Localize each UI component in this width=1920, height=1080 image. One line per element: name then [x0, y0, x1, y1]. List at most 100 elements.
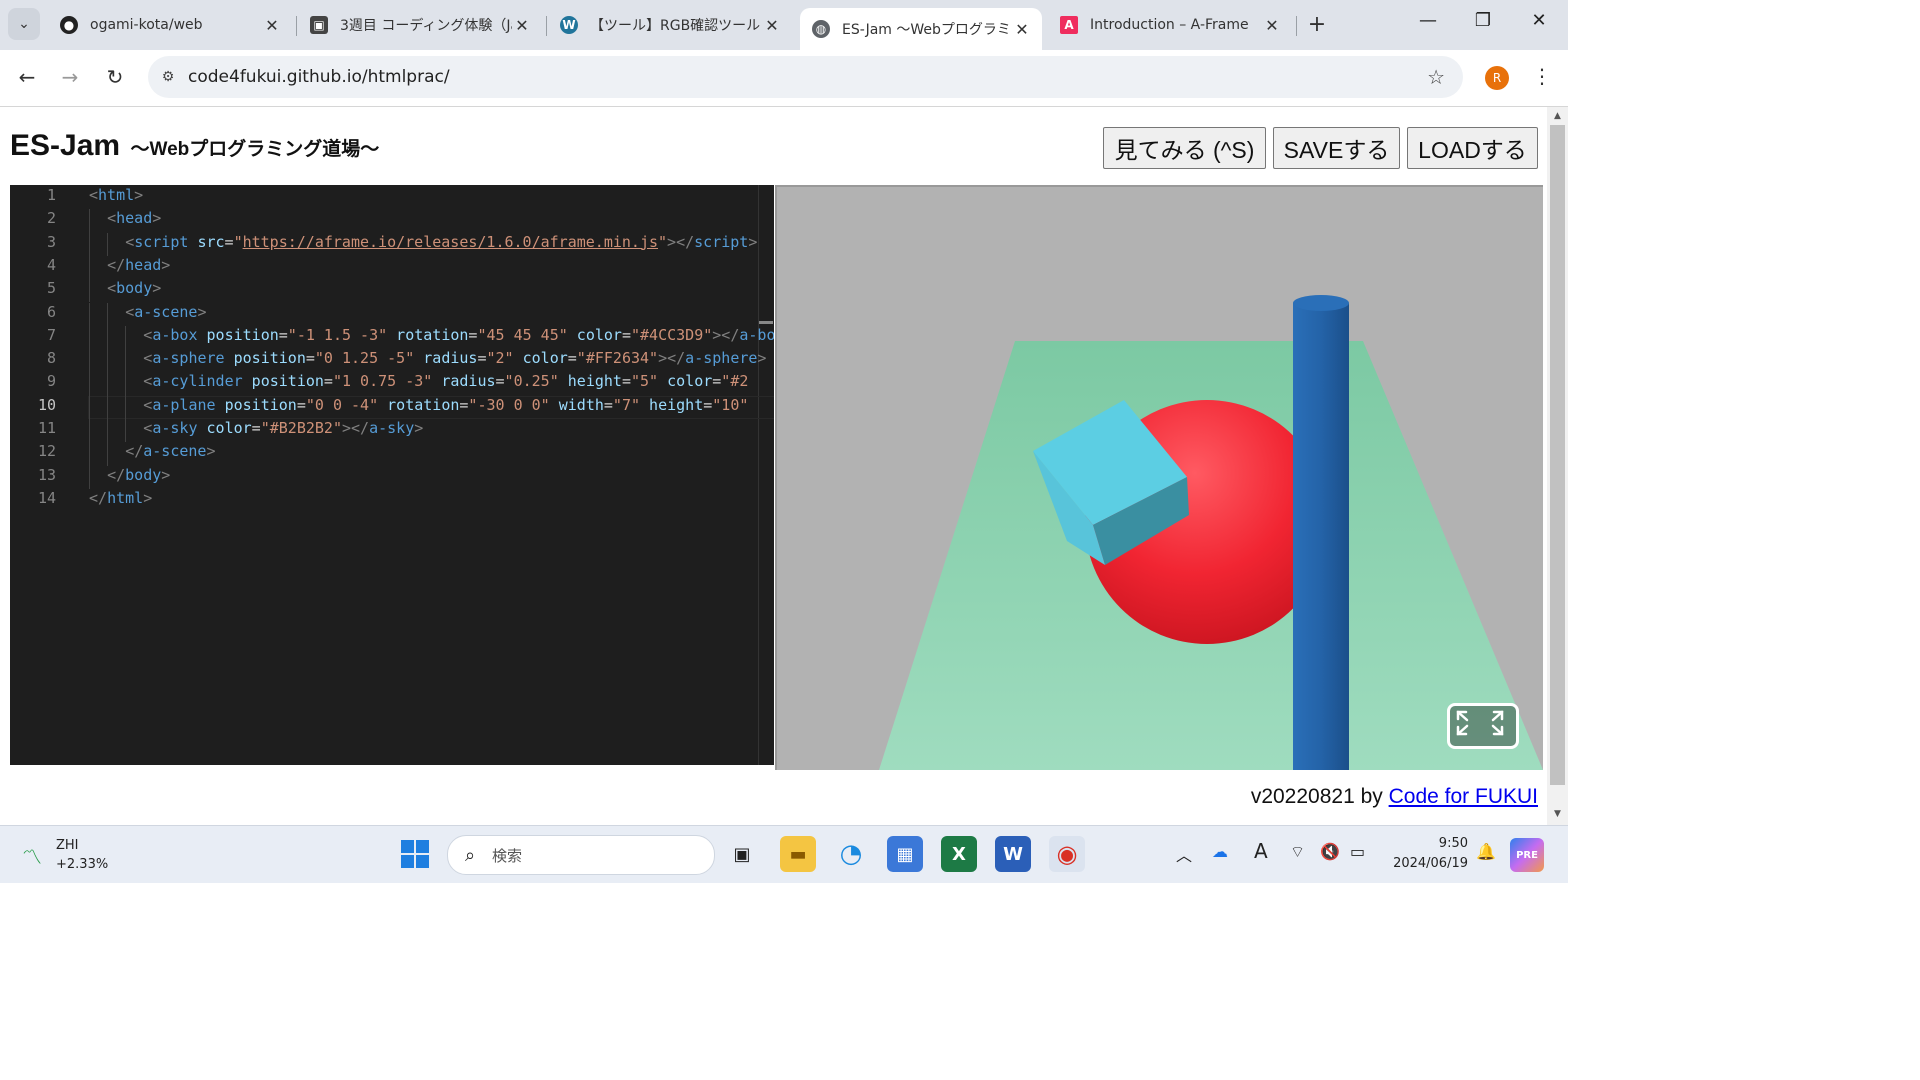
- address-bar[interactable]: ⚙ code4fukui.github.io/htmlprac/ ☆: [148, 56, 1463, 98]
- tab-title: Introduction – A-Frame: [1090, 17, 1249, 33]
- back-button[interactable]: ←: [13, 63, 41, 91]
- code-token: >: [143, 488, 153, 507]
- code-token: html: [98, 186, 135, 204]
- copilot-icon[interactable]: PRE: [1510, 838, 1544, 872]
- wordpress-icon: W: [560, 16, 578, 34]
- code-line[interactable]: 5 <body>: [10, 279, 774, 302]
- url-text[interactable]: code4fukui.github.io/htmlprac/: [188, 67, 450, 87]
- stock-widget[interactable]: 〽 ZHI +2.33%: [22, 836, 108, 874]
- code-token: =: [278, 325, 288, 344]
- code-text: <html>: [89, 186, 143, 204]
- forward-button[interactable]: →: [56, 63, 84, 91]
- indent-guide: [89, 372, 90, 396]
- load-button[interactable]: LOADする: [1407, 127, 1538, 169]
- close-icon[interactable]: ✕: [1262, 16, 1282, 35]
- battery-icon[interactable]: ▭: [1350, 842, 1365, 861]
- restore-button[interactable]: ❐: [1468, 10, 1498, 31]
- tab-4[interactable]: A Introduction – A-Frame ✕: [1048, 8, 1292, 42]
- code-token: "#B2B2B2": [260, 419, 342, 437]
- chrome-icon[interactable]: ◉: [1049, 836, 1085, 872]
- view-button[interactable]: 見てみる (^S): [1103, 127, 1266, 169]
- close-icon[interactable]: ✕: [262, 16, 282, 35]
- excel-icon[interactable]: X: [941, 836, 977, 872]
- close-window-button[interactable]: ✕: [1524, 10, 1554, 31]
- code-for-fukui-link[interactable]: Code for FUKUI: [1389, 785, 1538, 808]
- browser-toolbar: ← → ↻ ⚙ code4fukui.github.io/htmlprac/ ☆…: [0, 50, 1568, 107]
- scroll-up-icon[interactable]: ▲: [1547, 111, 1568, 121]
- tab-search-button[interactable]: ⌄: [8, 8, 40, 40]
- new-tab-button[interactable]: +: [1304, 12, 1330, 37]
- save-button[interactable]: SAVEする: [1273, 127, 1400, 169]
- windows-taskbar: 〽 ZHI +2.33% ⌕ 検索 ▣ ▬ ◔ ▦ X W ◉ ︿ ☁ A ⌔ …: [0, 825, 1568, 883]
- code-line[interactable]: 14 </html>: [10, 489, 774, 512]
- minimize-button[interactable]: —: [1413, 10, 1443, 31]
- clock-date: 2024/06/19: [1393, 856, 1468, 871]
- speaker-muted-icon[interactable]: 🔇: [1320, 842, 1340, 861]
- code-token: >: [414, 419, 424, 437]
- store-icon[interactable]: ▦: [887, 836, 923, 872]
- code-token: =: [621, 372, 631, 391]
- page-scrollbar[interactable]: ▲ ▼: [1547, 107, 1568, 825]
- code-token: a-box: [739, 325, 774, 344]
- code-token: </: [89, 488, 108, 507]
- clock-time: 9:50: [1438, 836, 1468, 851]
- tab-1[interactable]: ▣ 3週目 コーディング体験（Ja ✕: [298, 8, 542, 42]
- indent-guide: [125, 395, 127, 419]
- tab-title: 3週目 コーディング体験（Ja: [340, 18, 512, 34]
- expand-icon: [1456, 710, 1504, 736]
- wifi-icon[interactable]: ⌔: [1290, 842, 1305, 862]
- code-line[interactable]: 6 <a-scene>: [10, 303, 774, 326]
- scroll-down-icon[interactable]: ▼: [1547, 809, 1568, 819]
- tab-0[interactable]: ● ogami-kota/web ✕: [48, 8, 292, 42]
- start-button[interactable]: [397, 836, 433, 872]
- line-number: 12: [37, 442, 56, 461]
- code-token: rotation: [387, 395, 460, 414]
- chevron-up-icon[interactable]: ︿: [1176, 842, 1192, 866]
- code-line[interactable]: 1 <html>: [10, 186, 774, 209]
- code-editor[interactable]: 1 <html> 2 <head> 3 <script src="https://afra…: [10, 185, 774, 765]
- restore-icon: ❐: [1474, 10, 1492, 31]
- indent-guide: [89, 325, 90, 350]
- code-line[interactable]: 3 <script src="https://aframe.io/releases…: [10, 233, 774, 256]
- site-settings-icon[interactable]: ⚙: [148, 69, 188, 85]
- task-view-icon[interactable]: ▣: [724, 836, 760, 872]
- code-line[interactable]: 4 </head>: [10, 256, 774, 279]
- close-icon[interactable]: ✕: [762, 16, 782, 35]
- close-icon[interactable]: ✕: [512, 16, 532, 35]
- scrollbar-thumb[interactable]: [1550, 125, 1565, 785]
- line-number: 8: [46, 349, 56, 368]
- word-icon[interactable]: W: [995, 836, 1031, 872]
- notification-bell-icon[interactable]: 🔔: [1476, 842, 1496, 861]
- indent-guide: [125, 419, 127, 443]
- tab-2[interactable]: W 【ツール】RGB確認ツール – N ✕: [548, 8, 792, 42]
- bookmark-star-icon[interactable]: ☆: [1427, 65, 1445, 89]
- indent-guide: [89, 419, 90, 443]
- more-menu-icon[interactable]: ⋮: [1532, 64, 1552, 88]
- code-token: <: [143, 325, 153, 344]
- scene-preview[interactable]: [775, 185, 1543, 770]
- file-explorer-icon[interactable]: ▬: [780, 836, 816, 872]
- code-token: >: [134, 186, 144, 204]
- code-line[interactable]: 12 </a-scene>: [10, 442, 774, 465]
- code-token: a-sky: [152, 419, 198, 437]
- close-icon[interactable]: ✕: [1012, 20, 1032, 39]
- edge-icon[interactable]: ◔: [833, 836, 869, 872]
- code-token: <: [89, 186, 99, 204]
- fullscreen-button[interactable]: [1447, 703, 1519, 749]
- code-line[interactable]: 2 <head>: [10, 209, 774, 232]
- code-token: >: [757, 349, 767, 368]
- reload-button[interactable]: ↻: [101, 63, 129, 91]
- profile-avatar[interactable]: R: [1485, 66, 1509, 90]
- reload-icon: ↻: [106, 65, 124, 89]
- clock[interactable]: 9:50 2024/06/19: [1392, 834, 1468, 874]
- code-text: </body>: [107, 466, 170, 484]
- taskbar-search[interactable]: ⌕ 検索: [447, 835, 715, 875]
- code-token: ": [658, 232, 668, 251]
- ime-indicator[interactable]: A: [1254, 839, 1268, 863]
- tab-3-active[interactable]: ◍ ES-Jam 〜Webプログラミン ✕: [800, 8, 1042, 50]
- onedrive-icon[interactable]: ☁: [1212, 842, 1228, 861]
- indent-guide: [89, 209, 90, 233]
- code-line[interactable]: 13 </body>: [10, 466, 774, 489]
